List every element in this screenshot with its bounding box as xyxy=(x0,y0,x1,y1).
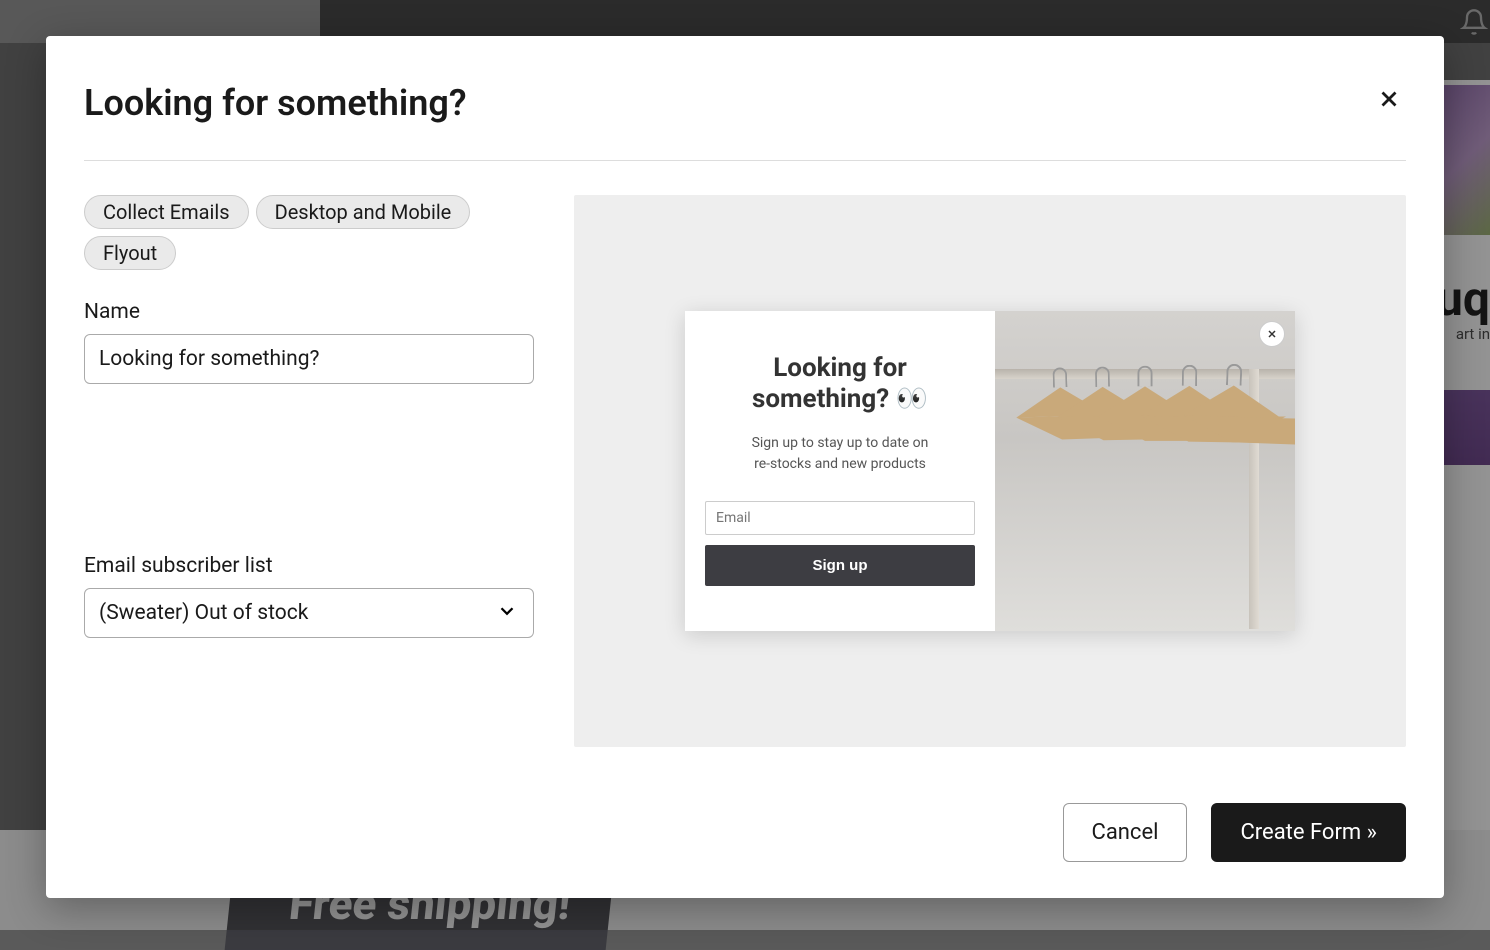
email-list-select-wrap: (Sweater) Out of stock xyxy=(84,588,534,638)
preview-close-button[interactable] xyxy=(1259,321,1285,347)
modal-body: Collect Emails Desktop and Mobile Flyout… xyxy=(46,161,1444,747)
tag-flyout: Flyout xyxy=(84,236,176,270)
modal-title: Looking for something? xyxy=(84,82,467,124)
email-list-select[interactable]: (Sweater) Out of stock xyxy=(84,588,534,638)
close-button[interactable] xyxy=(1372,82,1406,120)
preview-subtitle: Sign up to stay up to date on re-stocks … xyxy=(752,433,929,475)
email-list-field-group: Email subscriber list (Sweater) Out of s… xyxy=(84,554,534,638)
email-list-label: Email subscriber list xyxy=(84,554,534,578)
preview-title: Looking for something? 👀 xyxy=(705,353,975,415)
preview-card: Looking for something? 👀 Sign up to stay… xyxy=(685,311,1295,631)
preview-subtitle-line2: re-stocks and new products xyxy=(754,456,926,472)
modal-footer: Cancel Create Form » xyxy=(1063,803,1407,862)
cancel-button[interactable]: Cancel xyxy=(1063,803,1188,862)
preview-content: Looking for something? 👀 Sign up to stay… xyxy=(685,311,995,631)
preview-signup-button[interactable]: Sign up xyxy=(705,545,975,586)
name-label: Name xyxy=(84,300,534,324)
preview-email-input[interactable] xyxy=(705,501,975,535)
tag-collect-emails: Collect Emails xyxy=(84,195,249,229)
create-form-button[interactable]: Create Form » xyxy=(1211,803,1406,862)
tag-list: Collect Emails Desktop and Mobile Flyout xyxy=(84,195,534,270)
form-column: Collect Emails Desktop and Mobile Flyout… xyxy=(84,195,534,747)
close-icon xyxy=(1266,328,1278,340)
close-icon xyxy=(1376,86,1402,112)
hanger-icon xyxy=(1183,380,1283,436)
preview-subtitle-line1: Sign up to stay up to date on xyxy=(752,435,929,451)
name-input[interactable] xyxy=(84,334,534,384)
modal-header: Looking for something? xyxy=(84,36,1406,161)
name-field-group: Name xyxy=(84,300,534,384)
create-form-modal: Looking for something? Collect Emails De… xyxy=(46,36,1444,898)
preview-image xyxy=(995,311,1295,631)
preview-column: Looking for something? 👀 Sign up to stay… xyxy=(574,195,1406,747)
tag-desktop-mobile: Desktop and Mobile xyxy=(256,195,471,229)
